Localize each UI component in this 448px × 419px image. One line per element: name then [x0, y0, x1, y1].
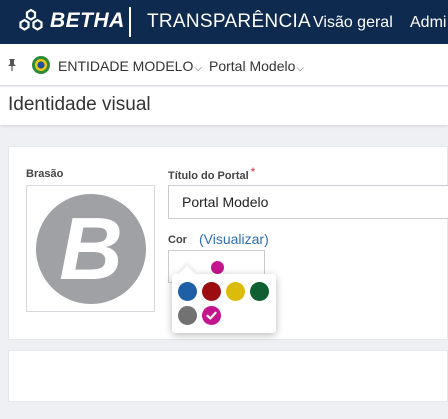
entity-seal-icon [32, 56, 50, 74]
nav-item-overview[interactable]: Visão geral [313, 14, 393, 32]
breadcrumb-portal-dropdown[interactable]: Portal Modelo⌵ [209, 58, 304, 74]
required-mark: * [250, 165, 256, 179]
color-palette-popup [172, 265, 276, 333]
logo-text[interactable]: BETHA [50, 9, 125, 33]
breadcrumb-portal-label: Portal Modelo [209, 58, 296, 74]
breadcrumb-entity-dropdown[interactable]: ENTIDADE MODELO⌵ [58, 58, 202, 74]
logo-divider [129, 7, 131, 37]
check-icon [206, 311, 217, 320]
color-swatch-yellow[interactable] [226, 282, 245, 301]
portal-title-label-text: Título do Portal [168, 170, 249, 182]
breadcrumb-entity-label: ENTIDADE MODELO [58, 58, 194, 74]
betha-logo-icon[interactable] [18, 8, 44, 34]
top-navigation-bar: BETHA TRANSPARÊNCIA Visão geral Admi [0, 0, 448, 44]
page-title: Identidade visual [8, 94, 151, 115]
app-title[interactable]: TRANSPARÊNCIA [147, 11, 311, 33]
selected-color-dot [211, 261, 224, 274]
color-swatch-green[interactable] [250, 282, 269, 301]
color-swatch-blue[interactable] [178, 282, 197, 301]
chevron-down-icon: ⌵ [194, 63, 202, 74]
color-swatch-gray[interactable] [178, 306, 197, 325]
chevron-down-icon: ⌵ [296, 63, 304, 74]
pin-icon[interactable] [7, 58, 17, 72]
crest-label: Brasão [26, 168, 64, 180]
page-header: Identidade visual [0, 87, 448, 125]
portal-title-input[interactable]: Portal Modelo [168, 185, 448, 219]
color-swatch-magenta[interactable] [202, 306, 221, 325]
nav-item-admin[interactable]: Admi [410, 14, 446, 32]
portal-title-label: Título do Portal * [168, 165, 256, 182]
color-preview-link[interactable]: (Visualizar) [199, 231, 269, 247]
secondary-card [8, 350, 448, 402]
color-label: Cor [168, 234, 187, 246]
crest-letter: B [59, 199, 123, 298]
color-swatch-red[interactable] [202, 282, 221, 301]
crest-image-box[interactable]: B [26, 185, 155, 312]
crest-image: B [36, 194, 146, 304]
breadcrumb: ENTIDADE MODELO⌵ Portal Modelo⌵ [0, 44, 448, 86]
